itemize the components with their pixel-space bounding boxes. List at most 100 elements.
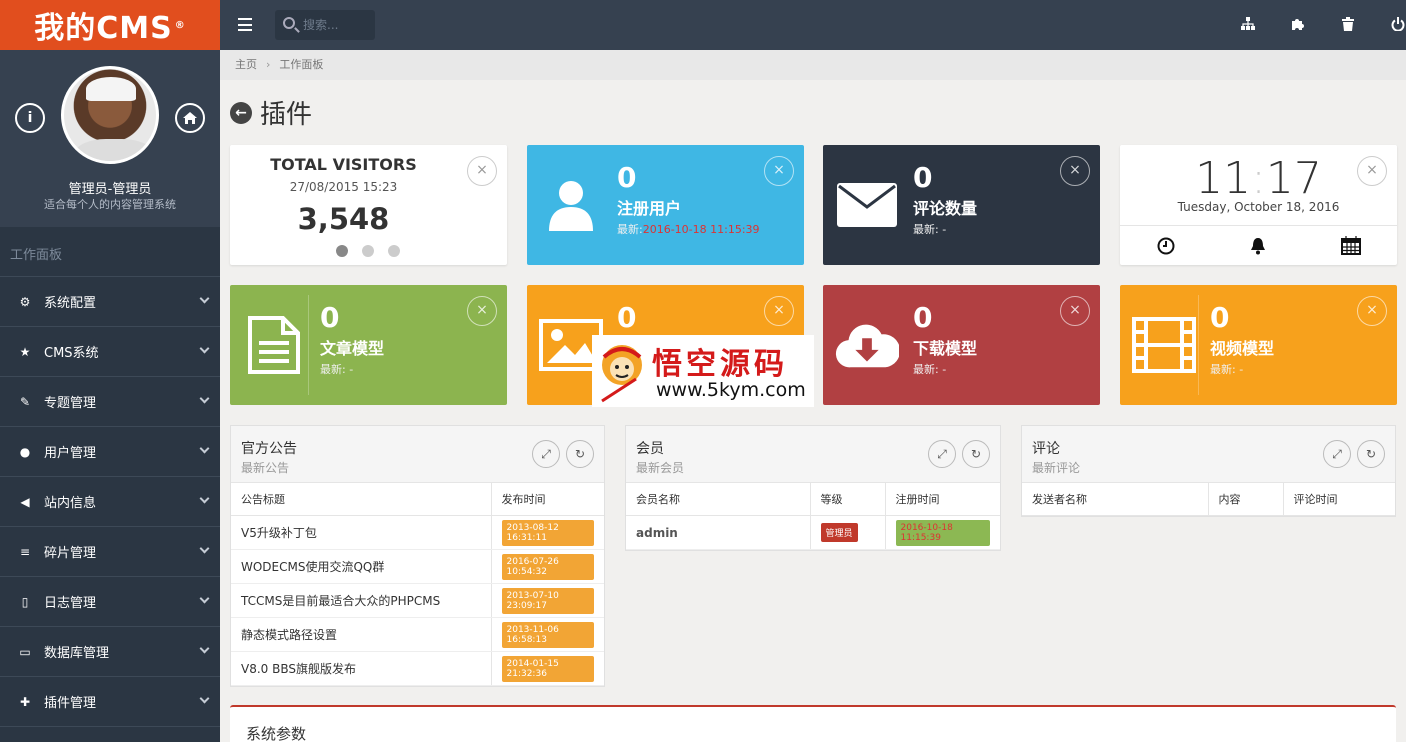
- chevron-down-icon: [199, 643, 210, 654]
- close-icon[interactable]: ×: [467, 156, 497, 186]
- notice-title[interactable]: WODECMS使用交流QQ群: [231, 549, 491, 584]
- watermark: 悟空源码 www.5kym.com: [592, 335, 814, 407]
- expand-icon[interactable]: ⤢: [532, 440, 560, 468]
- home-icon[interactable]: [175, 103, 205, 133]
- user-profile: i 管理员-管理员 适合每个人的内容管理系统: [0, 50, 220, 227]
- expand-icon[interactable]: ⤢: [1323, 440, 1351, 468]
- clock-date: Tuesday, October 18, 2016: [1177, 200, 1340, 214]
- close-icon[interactable]: ×: [1060, 156, 1090, 186]
- cloud-download-icon: [835, 313, 899, 377]
- sidebar-item-messages[interactable]: ◀ 站内信息: [0, 477, 220, 527]
- tile-latest: 最新: -: [913, 361, 946, 377]
- clock-tile: 11:17 Tuesday, October 18, 2016 ×: [1120, 145, 1397, 265]
- members-table: 会员名称 等级 注册时间 admin 管理员 2016-10-18 11:15:39: [626, 482, 1000, 550]
- document-icon: [242, 313, 306, 377]
- clock-icon[interactable]: [1120, 226, 1212, 265]
- trash-icon[interactable]: [1340, 17, 1356, 33]
- table-row[interactable]: WODECMS使用交流QQ群 2016-07-26 10:54:32: [231, 549, 604, 584]
- latest-value: 2016-10-18 11:15:39: [642, 223, 760, 236]
- notice-title[interactable]: TCCMS是目前最适合大众的PHPCMS: [231, 583, 491, 618]
- expand-icon[interactable]: ⤢: [928, 440, 956, 468]
- carousel-dot[interactable]: [362, 245, 374, 257]
- member-name[interactable]: admin: [626, 515, 810, 550]
- carousel-dot[interactable]: [336, 245, 348, 257]
- refresh-icon[interactable]: ↻: [1357, 440, 1385, 468]
- clock-hours: 11: [1195, 153, 1252, 204]
- sidebar-item-users[interactable]: ● 用户管理: [0, 427, 220, 477]
- table-row[interactable]: admin 管理员 2016-10-18 11:15:39: [626, 515, 1000, 550]
- latest-prefix: 最新:: [320, 363, 346, 376]
- column-header: 等级: [809, 482, 885, 516]
- search-box[interactable]: [275, 10, 375, 40]
- close-icon[interactable]: ×: [1357, 296, 1387, 326]
- close-icon[interactable]: ×: [1357, 156, 1387, 186]
- avatar[interactable]: [61, 66, 159, 164]
- date-badge: 2016-07-26 10:54:32: [501, 553, 594, 580]
- table-row[interactable]: V5升级补丁包 2013-08-12 16:31:11: [231, 515, 604, 550]
- chevron-down-icon: [199, 293, 210, 304]
- sidebar-item-system-config[interactable]: ⚙ 系统配置: [0, 277, 220, 327]
- star-icon: ★: [19, 344, 31, 359]
- sidebar-item-label: 日志管理: [44, 596, 97, 611]
- sidebar-item-fragments[interactable]: ≡ 碎片管理: [0, 527, 220, 577]
- table-row[interactable]: 静态模式路径设置 2013-11-06 16:58:13: [231, 617, 604, 652]
- sidebar-item-label: 站内信息: [44, 496, 97, 511]
- visitors-title: TOTAL VISITORS: [270, 155, 417, 174]
- system-params-panel: 系统参数: [230, 705, 1396, 742]
- sidebar-item-database[interactable]: ▭ 数据库管理: [0, 627, 220, 677]
- puzzle-icon: ✚: [19, 694, 31, 709]
- back-arrow-icon[interactable]: ←: [230, 101, 252, 124]
- tile-divider: [308, 295, 309, 395]
- visitors-count: 3,548: [297, 202, 390, 236]
- close-icon[interactable]: ×: [764, 156, 794, 186]
- visitors-date: 27/08/2015 15:23: [289, 180, 398, 194]
- tile-divider: [1198, 295, 1199, 395]
- date-badge: 2014-01-15 21:32:36: [501, 655, 594, 682]
- latest-value: -: [349, 363, 354, 376]
- search-input[interactable]: [303, 16, 369, 34]
- notice-title[interactable]: 静态模式路径设置: [231, 617, 491, 652]
- sidebar-item-cms[interactable]: ★ CMS系统: [0, 327, 220, 377]
- logo[interactable]: 我的CMS ®: [0, 0, 220, 50]
- table-row[interactable]: TCCMS是目前最适合大众的PHPCMS 2013-07-10 23:09:17: [231, 583, 604, 618]
- clock-actions: [1120, 225, 1397, 265]
- tile-latest: 最新: -: [913, 221, 946, 237]
- close-icon[interactable]: ×: [764, 296, 794, 326]
- column-header: 公告标题: [231, 482, 491, 516]
- panel-header: 会员 最新会员 ⤢ ↻: [626, 426, 1000, 482]
- close-icon[interactable]: ×: [467, 296, 497, 326]
- info-icon[interactable]: i: [15, 103, 45, 133]
- chevron-down-icon: [199, 493, 210, 504]
- tile-label: 下载模型: [913, 339, 978, 358]
- bell-icon[interactable]: [1212, 226, 1304, 265]
- tile-count: 0: [913, 301, 933, 334]
- refresh-icon[interactable]: ↻: [962, 440, 990, 468]
- calendar-icon[interactable]: [1305, 226, 1397, 265]
- sidebar-item-logs[interactable]: ▯ 日志管理: [0, 577, 220, 627]
- puzzle-icon[interactable]: [1290, 17, 1306, 33]
- hdd-icon: ▭: [19, 644, 31, 659]
- sidebar-item-label: 碎片管理: [44, 546, 97, 561]
- notice-title[interactable]: V8.0 BBS旗舰版发布: [231, 651, 491, 686]
- menu-toggle-icon[interactable]: [238, 18, 252, 31]
- table-row[interactable]: V8.0 BBS旗舰版发布 2014-01-15 21:32:36: [231, 651, 604, 686]
- tile-latest: 最新: -: [320, 361, 353, 377]
- carousel-dot[interactable]: [388, 245, 400, 257]
- sitemap-icon[interactable]: [1240, 17, 1256, 33]
- tile-video-model: 0 视频模型 最新: - ×: [1120, 285, 1397, 405]
- date-badge: 2013-11-06 16:58:13: [501, 621, 594, 648]
- book-icon: ▯: [21, 594, 29, 609]
- film-icon: [1132, 313, 1196, 377]
- close-icon[interactable]: ×: [1060, 296, 1090, 326]
- top-header: [220, 0, 1406, 50]
- carousel-dots: [336, 245, 400, 257]
- notice-title[interactable]: V5升级补丁包: [231, 515, 491, 550]
- power-icon[interactable]: [1390, 17, 1406, 33]
- sidebar-item-topics[interactable]: ✎ 专题管理: [0, 377, 220, 427]
- breadcrumb-home[interactable]: 主页: [235, 58, 257, 71]
- column-header: 评论时间: [1282, 482, 1395, 516]
- sidebar-item-plugins[interactable]: ✚ 插件管理: [0, 677, 220, 727]
- nav-heading: 工作面板: [0, 227, 220, 277]
- latest-value: -: [942, 363, 947, 376]
- refresh-icon[interactable]: ↻: [566, 440, 594, 468]
